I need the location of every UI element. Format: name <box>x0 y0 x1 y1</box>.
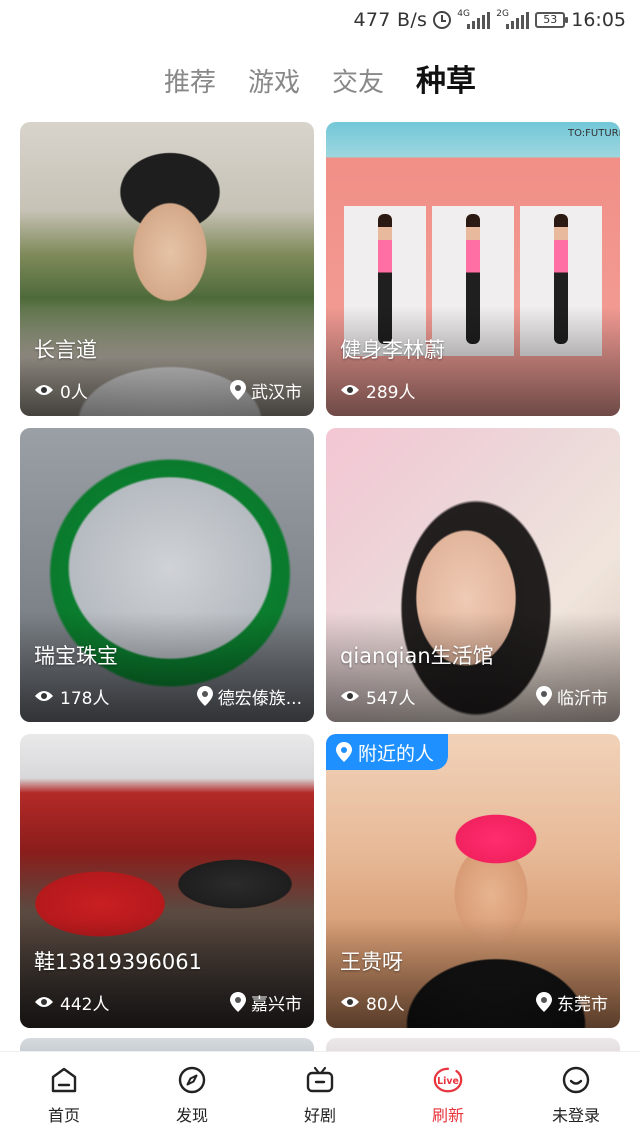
svg-text:Live: Live <box>437 1076 459 1087</box>
brand-text: TO:FUTURE <box>568 128 620 139</box>
live-card[interactable]: 长言道 0人 武汉市 <box>20 122 314 416</box>
bottom-nav: 首页 发现 好剧 Live 刷新 未登录 <box>0 1051 640 1137</box>
nav-discover[interactable]: 发现 <box>128 1052 256 1137</box>
eye-icon <box>341 997 359 1007</box>
location-label: 嘉兴市 <box>251 994 302 1015</box>
card-title: qianqian生活馆 <box>340 644 494 668</box>
status-bar: 477 B/s 4G 2G 53 16:05 <box>0 0 640 40</box>
card-title: 健身李林蔚 <box>340 338 445 362</box>
eye-icon <box>35 691 53 701</box>
live-card[interactable]: 鞋13819396061 442人 嘉兴市 <box>20 734 314 1028</box>
location-pin-icon <box>230 992 246 1012</box>
smiley-icon <box>560 1064 592 1096</box>
home-icon <box>48 1064 80 1096</box>
location-pin-icon <box>336 742 352 762</box>
live-card[interactable]: 附近的人 王贵呀 80人 东莞市 <box>326 734 620 1028</box>
tab-seeding[interactable]: 种草 <box>416 56 476 100</box>
viewer-count: 289人 <box>366 382 416 403</box>
card-title: 长言道 <box>34 338 97 362</box>
nav-refresh[interactable]: Live 刷新 <box>384 1052 512 1137</box>
card-title: 鞋13819396061 <box>34 950 202 974</box>
nav-label: 首页 <box>47 1105 80 1125</box>
tab-recommend[interactable]: 推荐 <box>164 62 216 99</box>
category-tabs: 推荐 游戏 交友 种草 <box>0 56 640 100</box>
viewer-count: 0人 <box>60 382 88 403</box>
eye-icon <box>35 385 53 395</box>
nav-drama[interactable]: 好剧 <box>256 1052 384 1137</box>
nav-label: 好剧 <box>303 1105 336 1125</box>
card-title: 王贵呀 <box>340 950 403 974</box>
live-card[interactable]: TO:FUTURE 健身李林蔚 289人 <box>326 122 620 416</box>
compass-icon <box>176 1064 208 1096</box>
viewer-count: 178人 <box>60 688 110 709</box>
viewer-count: 442人 <box>60 994 110 1015</box>
status-bar-right: 477 B/s 4G 2G 53 16:05 <box>353 8 626 32</box>
live-card[interactable]: 瑞宝珠宝 178人 德宏傣族... <box>20 428 314 722</box>
location-pin-icon <box>196 686 213 706</box>
location-label: 东莞市 <box>557 994 608 1015</box>
viewer-count: 547人 <box>366 688 416 709</box>
alarm-icon <box>433 11 452 29</box>
location-pin-icon <box>230 380 246 400</box>
nav-label: 刷新 <box>431 1105 464 1125</box>
live-refresh-icon: Live <box>432 1064 464 1096</box>
eye-icon <box>341 691 359 701</box>
nearby-badge: 附近的人 <box>326 734 449 770</box>
nav-profile[interactable]: 未登录 <box>512 1052 640 1137</box>
battery-icon: 53 <box>535 12 569 28</box>
eye-icon <box>35 997 53 1007</box>
badge-label: 附近的人 <box>358 742 435 765</box>
tv-icon <box>304 1064 336 1096</box>
eye-icon <box>341 385 359 395</box>
tab-friends[interactable]: 交友 <box>332 62 384 99</box>
network-speed: 477 B/s <box>353 9 428 31</box>
location-label: 德宏傣族... <box>217 688 302 709</box>
card-title: 瑞宝珠宝 <box>34 644 118 668</box>
nav-label: 未登录 <box>551 1105 600 1125</box>
signal-icon: 2G <box>496 9 530 29</box>
viewer-count: 80人 <box>366 994 405 1015</box>
tab-games[interactable]: 游戏 <box>248 62 300 99</box>
nav-label: 发现 <box>175 1105 208 1125</box>
nav-home[interactable]: 首页 <box>0 1052 128 1137</box>
location-label: 临沂市 <box>557 688 608 709</box>
live-card[interactable]: qianqian生活馆 547人 临沂市 <box>326 428 620 722</box>
location-pin-icon <box>536 686 552 706</box>
signal-icon: 4G <box>457 9 491 29</box>
location-pin-icon <box>536 992 552 1012</box>
location-label: 武汉市 <box>251 382 302 403</box>
clock-time: 16:05 <box>571 9 626 31</box>
